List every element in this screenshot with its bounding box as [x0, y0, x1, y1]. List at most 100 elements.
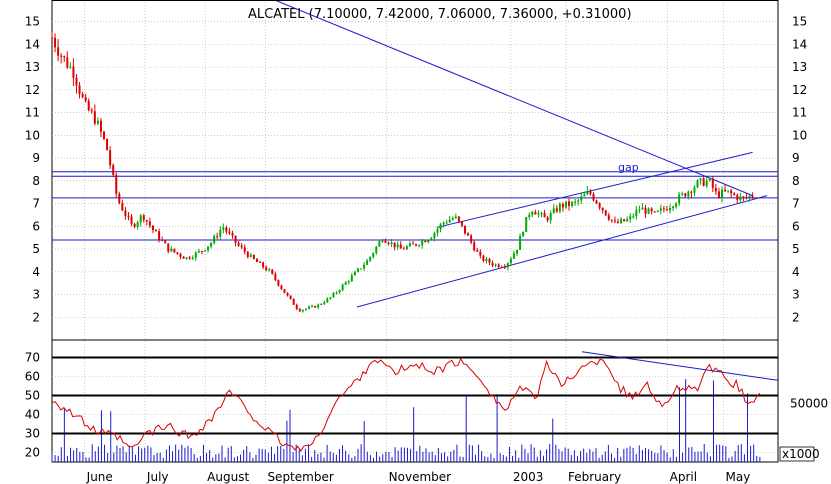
candle-body	[234, 235, 237, 243]
candle-body	[176, 252, 179, 254]
candle-body	[500, 266, 503, 268]
y-tick-right: 3	[792, 288, 800, 302]
y-tick-left: 11	[25, 106, 40, 120]
candle-body	[369, 256, 372, 261]
candle-body	[323, 302, 326, 304]
candle-body	[378, 241, 381, 247]
candle-body	[69, 66, 72, 68]
candle-body	[418, 245, 421, 247]
candle-body	[344, 282, 347, 285]
candle-body	[295, 304, 298, 309]
candle-body	[399, 244, 402, 249]
candle-body	[592, 193, 595, 201]
x-tick-label-7: February	[568, 470, 621, 484]
candle-body	[470, 235, 473, 243]
x-tick-label-9: May	[726, 470, 751, 484]
candle-body	[485, 258, 488, 261]
candle-body	[460, 221, 463, 226]
candle-body	[219, 229, 222, 237]
x-tick-label-4: September	[267, 470, 333, 484]
osc-y-tick: 20	[25, 446, 40, 460]
candle-body	[525, 216, 528, 232]
candle-body	[724, 189, 727, 192]
candle-body	[702, 178, 705, 186]
y-tick-right: 7	[792, 197, 800, 211]
candle-body	[161, 239, 164, 241]
y-tick-right: 14	[792, 37, 807, 51]
candle-body	[415, 244, 418, 246]
candle-body	[353, 271, 356, 276]
candle-body	[142, 215, 145, 221]
candle-body	[225, 227, 228, 232]
candle-body	[540, 212, 543, 214]
candle-body	[112, 165, 115, 175]
candle-body	[708, 178, 711, 181]
candle-body	[118, 193, 121, 204]
candle-body	[506, 263, 509, 268]
candle-body	[635, 210, 638, 217]
candle-body	[424, 240, 427, 243]
candle-body	[408, 243, 411, 247]
candle-body	[301, 309, 304, 312]
candle-body	[577, 200, 580, 202]
candle-body	[491, 262, 494, 266]
candle-body	[620, 219, 623, 223]
candle-body	[338, 290, 341, 293]
candle-body	[522, 231, 525, 236]
candle-body	[170, 248, 173, 252]
y-tick-right: 10	[792, 128, 807, 142]
candle-body	[442, 222, 445, 225]
candle-body	[222, 227, 225, 230]
candle-body	[705, 180, 708, 186]
candle-body	[96, 120, 99, 124]
candle-body	[329, 297, 332, 299]
chart-canvas: ALCATEL (7.10000, 7.42000, 7.06000, 7.36…	[25, 0, 828, 484]
candle-body	[90, 110, 93, 112]
osc-y-tick: 40	[25, 408, 40, 422]
candle-body	[568, 201, 571, 206]
candle-body	[216, 236, 219, 238]
y-tick-left: 8	[32, 174, 40, 188]
candle-body	[589, 191, 592, 194]
candle-body	[286, 293, 289, 296]
candle-body	[464, 225, 467, 234]
candle-body	[405, 246, 408, 250]
volume-unit-label: x1000	[782, 447, 820, 461]
candle-body	[467, 233, 470, 236]
y-tick-left: 4	[32, 265, 40, 279]
candle-body	[197, 251, 200, 253]
candle-body	[200, 251, 203, 253]
candle-body	[696, 180, 699, 188]
y-tick-left: 10	[25, 128, 40, 142]
candle-body	[317, 304, 320, 308]
candle-body	[626, 219, 629, 222]
candle-body	[497, 264, 500, 267]
y-tick-left: 6	[32, 219, 40, 233]
candle-body	[164, 240, 167, 244]
candle-body	[103, 131, 106, 139]
candle-body	[727, 190, 730, 192]
candle-body	[194, 252, 197, 258]
candle-body	[121, 203, 124, 211]
candle-body	[265, 267, 268, 271]
price-trendline	[436, 151, 753, 228]
candle-body	[106, 138, 109, 151]
candle-body	[332, 293, 335, 298]
candle-body	[314, 305, 317, 308]
candle-body	[366, 260, 369, 265]
osc-y-tick: 70	[25, 351, 40, 365]
candle-body	[736, 194, 739, 200]
x-tick-label-5: November	[389, 470, 451, 484]
candle-body	[430, 238, 433, 241]
osc-y-tick: 30	[25, 427, 40, 441]
candle-body	[402, 248, 405, 250]
candle-body	[509, 258, 512, 264]
candle-body	[210, 243, 213, 247]
candle-body	[78, 85, 81, 94]
candle-body	[629, 216, 632, 220]
candle-body	[124, 210, 127, 216]
candle-body	[473, 242, 476, 251]
candle-body	[182, 256, 185, 259]
candle-body	[583, 194, 586, 197]
candle-body	[482, 255, 485, 261]
